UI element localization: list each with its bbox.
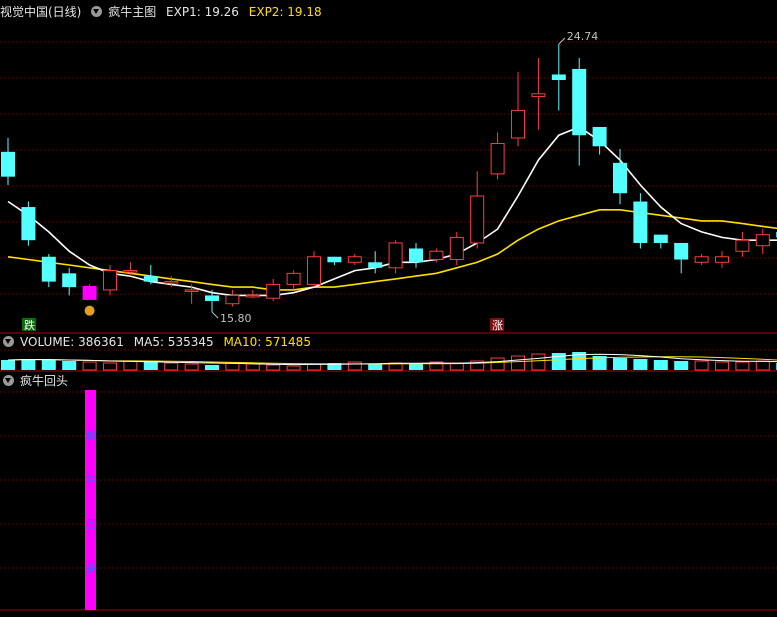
volume-bar-up bbox=[266, 364, 281, 371]
candle-up bbox=[164, 281, 179, 284]
volume-bar-up bbox=[715, 361, 729, 371]
candle-down bbox=[572, 68, 587, 136]
signal-char: 回 bbox=[86, 518, 97, 531]
volume-bar-up bbox=[347, 361, 362, 371]
volume-bar-up bbox=[490, 357, 505, 371]
candle-down bbox=[551, 74, 566, 80]
main-panel-header: 视觉中国(日线) 疯牛主图 EXP1: 19.26 EXP2: 19.18 bbox=[0, 3, 328, 21]
zhang-tag: 涨 bbox=[492, 319, 503, 332]
volume-bar-down bbox=[674, 361, 689, 370]
high-marker-arrow bbox=[558, 37, 566, 45]
volume-bar-up bbox=[82, 361, 97, 371]
indicator-panel-title: 疯牛回头 bbox=[20, 374, 69, 388]
volume-bar-down bbox=[205, 365, 219, 370]
candle-up bbox=[715, 256, 729, 263]
candle-down bbox=[327, 256, 342, 263]
volume-bar-up bbox=[531, 353, 546, 371]
candle-up bbox=[286, 272, 301, 285]
main-indicator-name: 疯牛主图 bbox=[108, 5, 157, 19]
exp1-value: EXP1: 19.26 bbox=[166, 5, 239, 19]
volume-bar-down bbox=[21, 359, 36, 370]
candle-up bbox=[694, 256, 709, 263]
candle-up bbox=[225, 294, 240, 305]
high-marker: 24.74 bbox=[567, 30, 599, 43]
volume-bar-up bbox=[164, 362, 179, 371]
low-marker: 15.80 bbox=[220, 312, 252, 325]
volume-bar-down bbox=[143, 362, 158, 370]
candle-down bbox=[1, 151, 15, 177]
volume-bar-up bbox=[225, 362, 240, 371]
stock-title: 视觉中国(日线) bbox=[0, 5, 82, 19]
candle-up bbox=[347, 256, 362, 263]
volume-bar-up bbox=[286, 365, 301, 371]
candle-down bbox=[633, 201, 648, 243]
volume-dropdown-icon[interactable] bbox=[3, 336, 14, 347]
candle-down bbox=[205, 295, 219, 301]
signal-char: 头 bbox=[86, 562, 97, 575]
volume-bar-up bbox=[245, 363, 260, 371]
candle-down bbox=[41, 256, 56, 282]
die-tag: 跌 bbox=[24, 318, 35, 332]
volume-bar-up bbox=[735, 361, 750, 371]
volume-bar-down bbox=[1, 360, 15, 370]
low-marker-arrow bbox=[211, 311, 219, 319]
exp2-value: EXP2: 19.18 bbox=[248, 5, 322, 19]
candle-up bbox=[755, 234, 770, 247]
signal-char: 牛 bbox=[86, 473, 97, 487]
ma5-value: MA5: 535345 bbox=[133, 335, 214, 349]
candle-down bbox=[62, 273, 77, 288]
candle-down bbox=[368, 262, 383, 268]
candle-down bbox=[653, 234, 668, 243]
candle-up bbox=[123, 270, 138, 273]
candle-up bbox=[266, 283, 281, 299]
money-bag-icon bbox=[84, 305, 95, 316]
candle-up bbox=[245, 294, 260, 298]
candle-up bbox=[449, 236, 464, 261]
candle-up bbox=[490, 143, 505, 175]
candle-up bbox=[531, 93, 546, 98]
indicator-panel-dropdown-icon[interactable] bbox=[3, 375, 14, 386]
volume-bar-up bbox=[511, 355, 525, 371]
volume-bar-down bbox=[633, 359, 648, 370]
indicator-panel-header: 疯牛回头 bbox=[3, 372, 74, 390]
volume-bar-up bbox=[123, 360, 138, 371]
volume-bar-down bbox=[653, 360, 668, 370]
volume-bar-down bbox=[62, 361, 77, 370]
candle-up bbox=[103, 270, 117, 291]
indicator-dropdown-icon[interactable] bbox=[91, 6, 103, 17]
volume-bar-up bbox=[184, 363, 199, 371]
candle-up bbox=[511, 109, 525, 139]
candle-up bbox=[735, 239, 750, 252]
volume-bar-up bbox=[103, 362, 117, 371]
volume-bar-up bbox=[694, 360, 709, 371]
ma-white-line bbox=[7, 126, 777, 297]
volume-value: VOLUME: 386361 bbox=[20, 335, 124, 349]
signal-bar bbox=[85, 390, 96, 610]
volume-bar-down bbox=[41, 360, 56, 370]
kline-chart[interactable]: 24.7415.80跌 涨疯牛回头 bbox=[0, 0, 777, 617]
candle-up bbox=[470, 195, 485, 244]
candle-down bbox=[143, 276, 158, 282]
volume-bar-down bbox=[409, 364, 423, 370]
candle-up bbox=[307, 256, 321, 285]
volume-panel-header: VOLUME: 386361 MA5: 535345 MA10: 571485 bbox=[3, 333, 317, 351]
candle-up bbox=[388, 242, 403, 269]
candle-down bbox=[674, 242, 689, 260]
candle-up bbox=[184, 289, 199, 292]
candle-down bbox=[613, 162, 627, 194]
candle-up bbox=[429, 250, 444, 261]
candle-down bbox=[592, 126, 607, 147]
volume-bar-down bbox=[613, 358, 627, 370]
candle-down bbox=[21, 207, 36, 241]
candle-down bbox=[409, 248, 423, 263]
volume-bar-down bbox=[368, 364, 383, 370]
signal-candle bbox=[82, 285, 97, 300]
volume-bar-up bbox=[755, 360, 770, 371]
ma10-value: MA10: 571485 bbox=[223, 335, 311, 349]
signal-char: 疯 bbox=[86, 429, 97, 443]
